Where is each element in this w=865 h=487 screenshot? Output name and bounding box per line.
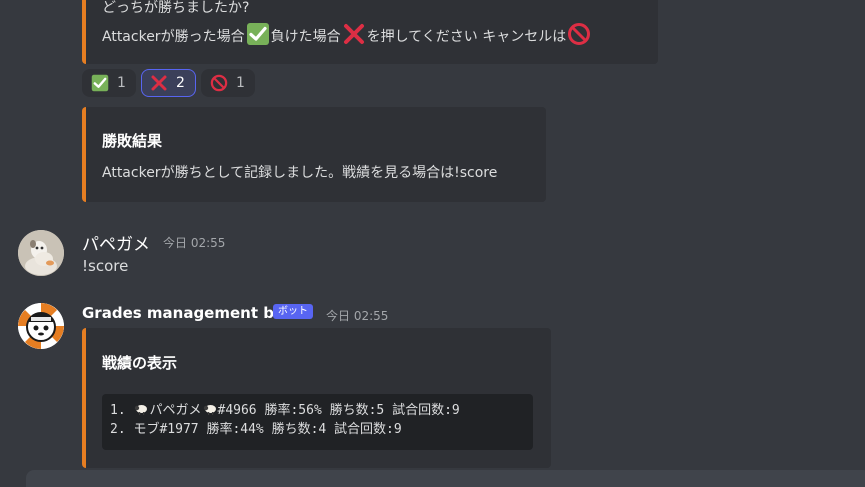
embed-question-text-1: Attackerが勝った場合 [102,29,245,45]
bot-username[interactable]: Grades management bot [82,304,291,322]
reaction-no-entry[interactable]: 1 [201,69,255,97]
stats-line-1: 1. パペガメ #4966 勝率:56% 勝ち数:5 試合回数:9 [110,401,525,420]
stats-line-1-name: パペガメ [149,403,202,418]
embed-question: どっちが勝ちましたか? Attackerが勝った場合 負けた場合 を押してください … [82,0,658,64]
user-avatar-image [18,230,64,276]
cross-mark-icon [151,75,167,91]
embed-question-line2: Attackerが勝った場合 負けた場合 を押してください キャンセルは [102,22,592,47]
sheep-icon [135,405,148,415]
avatar[interactable] [18,230,64,276]
reaction-no-entry-count: 1 [236,75,245,91]
message-username[interactable]: パペガメ [82,230,150,255]
no-entry-icon [210,74,228,92]
reaction-check[interactable]: 1 [82,69,136,97]
embed-result-description: Attackerが勝ちとして記録しました。戦績を見る場合は!score [102,165,498,181]
embed-stats-title: 戦績の表示 [102,354,178,372]
reaction-cross[interactable]: 2 [141,69,196,97]
bot-badge: ボット [273,304,313,319]
stats-codeblock: 1. パペガメ #4966 勝率:56% 勝ち数:5 試合回数:9 2. モブ#1… [102,394,533,450]
embed-question-text-3: を押してください キャンセルは [366,29,567,45]
bot-avatar[interactable] [18,303,64,349]
bot-avatar-image [18,303,64,349]
check-mark-icon [246,22,270,46]
embed-stats: 戦績の表示 1. パペガメ #4966 勝率:56% 勝ち数:5 試合回数:9 2… [82,328,551,468]
reaction-cross-count: 2 [176,75,185,91]
chat-view: どっちが勝ちましたか? Attackerが勝った場合 負けた場合 を押してください … [0,0,865,487]
message-input[interactable] [26,470,865,487]
message-timestamp: 今日 02:55 [163,236,226,250]
no-entry-icon [567,22,591,46]
stats-line-1-rest: #4966 勝率:56% 勝ち数:5 試合回数:9 [217,403,460,418]
embed-result: 勝敗結果 Attackerが勝ちとして記録しました。戦績を見る場合は!score [82,107,546,202]
cross-mark-icon [342,22,366,46]
embed-question-text-2: 負けた場合 [270,29,341,45]
check-mark-icon [91,74,109,92]
message-content: !score [82,257,129,275]
bot-timestamp: 今日 02:55 [326,309,389,323]
embed-question-line1: どっちが勝ちましたか? [102,0,250,16]
embed-result-title: 勝敗結果 [102,132,163,150]
reaction-check-count: 1 [117,75,126,91]
stats-line-2: 2. モブ#1977 勝率:44% 勝ち数:4 試合回数:9 [110,422,402,437]
stats-line-1-rank: 1. [110,403,134,418]
sheep-icon [203,405,216,415]
